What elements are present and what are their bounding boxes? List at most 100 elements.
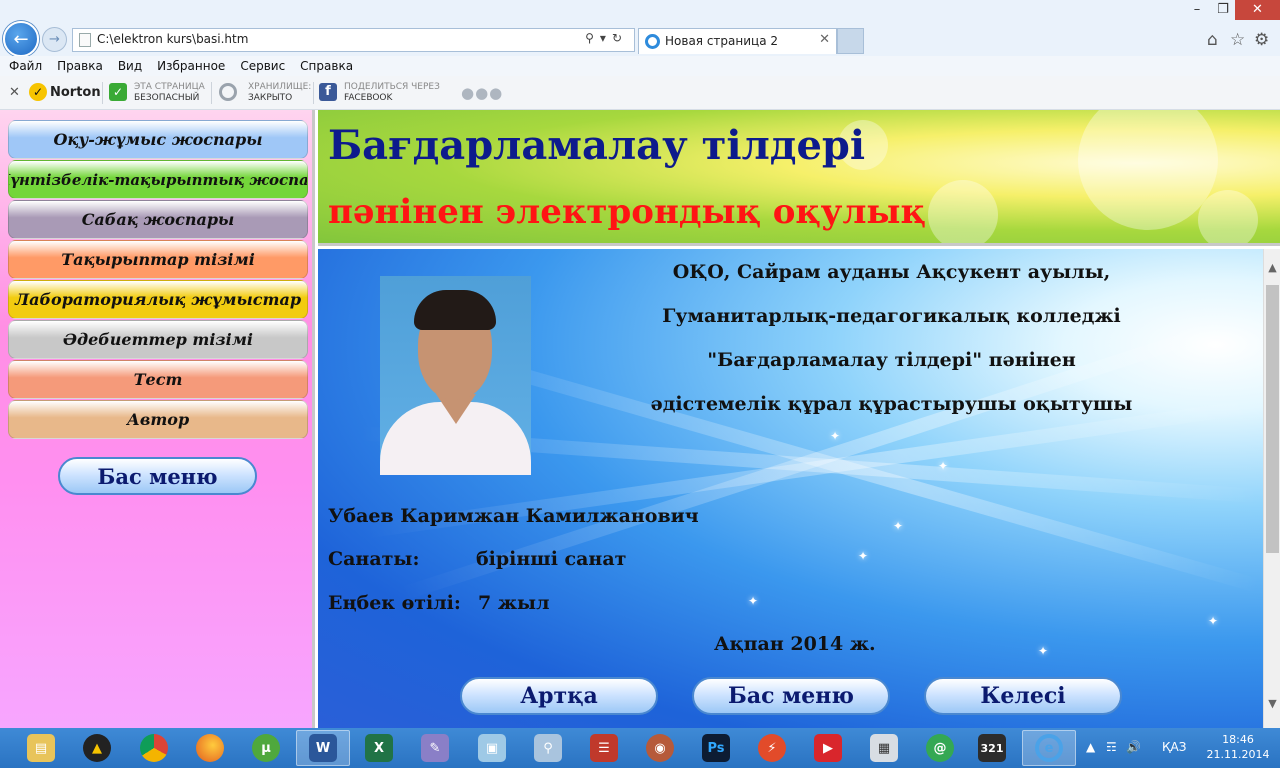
books-icon: ☰: [590, 734, 618, 762]
search-refresh-icons[interactable]: ⚲▾↻: [585, 31, 628, 45]
taskbar-clock[interactable]: 18:46 21.11.2014: [1200, 732, 1276, 762]
menu-favorites[interactable]: Избранное: [157, 56, 225, 76]
title-banner: Бағдарламалау тілдері пәнінен электронды…: [318, 110, 1280, 246]
taskbar-calculator[interactable]: ▦: [857, 730, 911, 766]
page-status-bottom: БЕЗОПАСНЫЙ: [134, 93, 200, 103]
nav-label: Әдебиеттер тізімі: [63, 330, 253, 349]
institution-line-1: ОҚО, Сайрам ауданы Ақсукент ауылы,: [672, 261, 1111, 283]
nav-study-plan[interactable]: Оқу-жұмыс жоспары: [8, 120, 308, 159]
lightning-icon: ⚡: [758, 734, 786, 762]
media-icon: ◉: [646, 734, 674, 762]
taskbar-word[interactable]: W: [296, 730, 350, 766]
back-page-button[interactable]: Артқа: [460, 677, 658, 715]
utorrent-icon: µ: [252, 734, 280, 762]
close-window-button[interactable]: ✕: [1235, 0, 1280, 20]
norton-label: Norton: [50, 85, 101, 100]
address-bar[interactable]: C:\elektron kurs\basi.htm ⚲▾↻: [72, 28, 635, 52]
taskbar-photoshop[interactable]: Ps: [689, 730, 743, 766]
settings-gear-icon[interactable]: ⚙: [1254, 30, 1269, 50]
vault-bottom: ЗАКРЫТО: [248, 93, 293, 103]
taskbar-explorer[interactable]: ▤: [14, 730, 68, 766]
nav-literature-list[interactable]: Әдебиеттер тізімі: [8, 320, 308, 359]
photo-hair: [414, 290, 496, 330]
browser-titlebar: ← → C:\elektron kurs\basi.htm ⚲▾↻ Новая …: [0, 0, 1280, 57]
nav-author[interactable]: Автор: [8, 400, 308, 439]
taskbar-app-flash[interactable]: ⚡: [745, 730, 799, 766]
new-tab-button[interactable]: [837, 28, 864, 54]
sparkle: ✦: [1208, 614, 1219, 628]
taskbar-app-notes[interactable]: ▣: [465, 730, 519, 766]
tray-language[interactable]: ҚАЗ: [1162, 740, 1186, 754]
browser-tab[interactable]: Новая страница 2 ✕: [638, 28, 837, 54]
taskbar-app-321[interactable]: 321: [965, 730, 1019, 766]
taskbar-firefox[interactable]: [183, 730, 237, 766]
toolbar-divider: [313, 82, 314, 104]
home-page-button[interactable]: Бас меню: [692, 677, 890, 715]
scroll-down-arrow-icon[interactable]: ▼: [1264, 697, 1280, 714]
norton-logo[interactable]: ✓ Norton: [29, 83, 101, 101]
nav-calendar-plan[interactable]: Күнтізбелік-тақырыптық жоспар: [8, 160, 308, 199]
nav-label: Сабақ жоспары: [81, 210, 235, 229]
tab-title: Новая страница 2: [665, 34, 778, 48]
taskbar-app-media[interactable]: ◉: [633, 730, 687, 766]
menu-file[interactable]: Файл: [9, 56, 42, 76]
favorites-star-icon[interactable]: ☆: [1230, 30, 1245, 50]
video-app-icon: ▶: [814, 734, 842, 762]
next-page-button[interactable]: Келесі: [924, 677, 1122, 715]
scroll-thumb[interactable]: [1266, 285, 1279, 553]
bokeh-light: [1078, 110, 1218, 230]
experience-value: 7 жыл: [478, 592, 550, 614]
vault-status[interactable]: ХРАНИЛИЩЕ: ЗАКРЫТО: [248, 82, 311, 104]
taskbar-app-red[interactable]: ▶: [801, 730, 855, 766]
nav-lab-works[interactable]: Лабораториялық жұмыстар: [8, 280, 308, 319]
taskbar-app-search[interactable]: ⚲: [521, 730, 575, 766]
home-icon[interactable]: ⌂: [1207, 30, 1218, 50]
menu-help[interactable]: Справка: [300, 56, 353, 76]
tray-speaker-icon[interactable]: 🔊: [1126, 740, 1141, 754]
vault-icon: [219, 83, 237, 101]
taskbar-excel[interactable]: X: [352, 730, 406, 766]
taskbar-internet-explorer[interactable]: e: [1022, 730, 1076, 766]
nav-label: Күнтізбелік-тақырыптық жоспар: [8, 170, 308, 189]
facebook-icon: f: [319, 83, 337, 101]
vertical-scrollbar[interactable]: ▲ ▼: [1263, 249, 1280, 728]
tab-close-icon[interactable]: ✕: [819, 32, 830, 47]
main-menu-button[interactable]: Бас меню: [58, 457, 257, 495]
url-text[interactable]: C:\elektron kurs\basi.htm: [97, 32, 248, 46]
more-options-icon[interactable]: ●●●: [461, 84, 503, 102]
course-title: Бағдарламалау тілдері: [328, 122, 866, 169]
menu-edit[interactable]: Правка: [57, 56, 103, 76]
institution-line-4: әдістемелік құрал құрастырушы оқытушы: [650, 393, 1133, 415]
share-facebook[interactable]: ПОДЕЛИТЬСЯ ЧЕРЕЗ FACEBOOK: [344, 82, 440, 104]
page-safety-status[interactable]: ЭТА СТРАНИЦА БЕЗОПАСНЫЙ: [134, 82, 205, 104]
toolbar-close-icon[interactable]: ✕: [9, 85, 20, 100]
tray-network-icon[interactable]: ☶: [1106, 740, 1117, 754]
minimize-button[interactable]: –: [1183, 0, 1211, 20]
menu-view[interactable]: Вид: [118, 56, 142, 76]
ie-taskbar-icon: e: [1035, 734, 1063, 762]
maximize-button[interactable]: ❐: [1211, 0, 1235, 20]
page-status-top: ЭТА СТРАНИЦА: [134, 82, 205, 92]
menu-tools[interactable]: Сервис: [240, 56, 285, 76]
photoshop-icon: Ps: [702, 734, 730, 762]
taskbar-mail-agent[interactable]: @: [913, 730, 967, 766]
navigation-frame: Оқу-жұмыс жоспары Күнтізбелік-тақырыптық…: [0, 110, 315, 728]
excel-icon: X: [365, 734, 393, 762]
taskbar-app-books[interactable]: ☰: [577, 730, 631, 766]
nav-test[interactable]: Тест: [8, 360, 308, 399]
taskbar-chrome[interactable]: [127, 730, 181, 766]
nav-topics-list[interactable]: Тақырыптар тізімі: [8, 240, 308, 279]
nav-label: Тест: [133, 370, 183, 389]
taskbar-app-a[interactable]: ▲: [70, 730, 124, 766]
author-name: Убаев Каримжан Камилжанович: [328, 505, 699, 527]
folder-icon: ▤: [27, 734, 55, 762]
notes-icon: ▣: [478, 734, 506, 762]
back-button[interactable]: ←: [3, 21, 39, 57]
forward-button[interactable]: →: [42, 27, 67, 52]
nav-lesson-plan[interactable]: Сабақ жоспары: [8, 200, 308, 239]
taskbar-app-h[interactable]: ✎: [408, 730, 462, 766]
scroll-up-arrow-icon[interactable]: ▲: [1264, 261, 1280, 278]
windows-taskbar: ▤ ▲ µ W X ✎ ▣ ⚲ ☰ ◉ Ps ⚡ ▶ ▦ @ 321 e ▲ ☶…: [0, 728, 1280, 768]
taskbar-utorrent[interactable]: µ: [239, 730, 293, 766]
tray-show-hidden-icon[interactable]: ▲: [1086, 740, 1095, 754]
